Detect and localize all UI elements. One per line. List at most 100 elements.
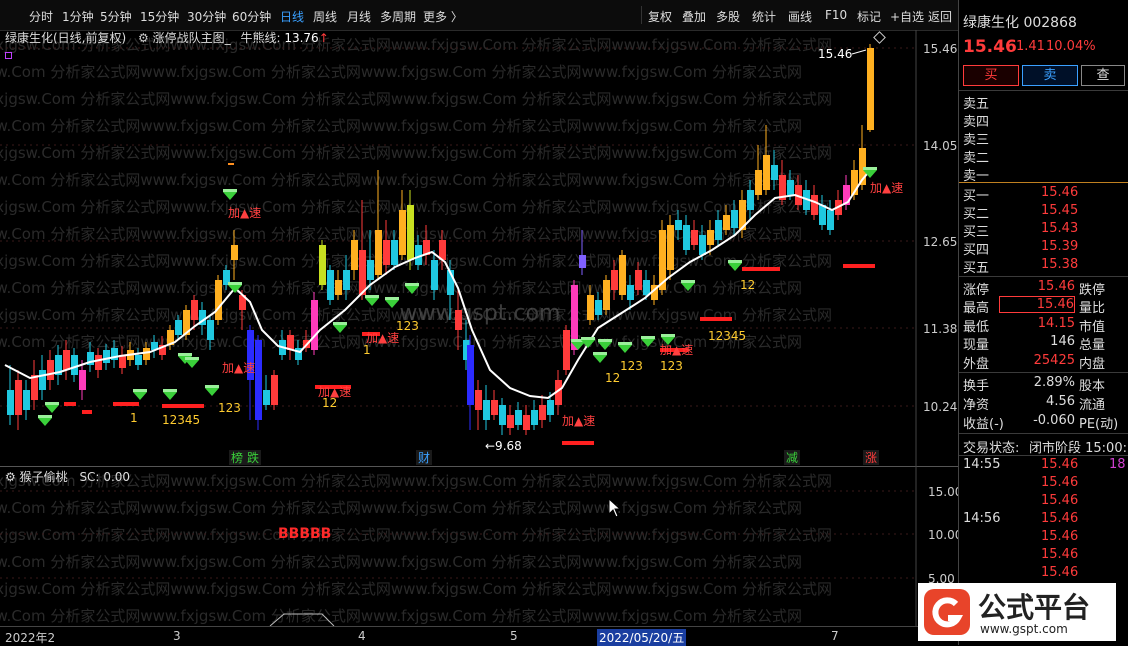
watermark-text: fxjgsw.Com 分析家公式网www.fxjgsw.Com 分析家公式网ww… [0,117,802,135]
candle-body [231,245,238,260]
price-axis-label: 10.24 [923,400,957,414]
candle-body [391,240,398,265]
candle-body [263,390,270,405]
period-tab-weekly[interactable]: 周线 [313,8,337,25]
green-signal-icon [333,322,347,325]
add-watchlist-button[interactable]: +自选 [890,8,924,25]
count-label: 1 [130,411,138,425]
adjust-button[interactable]: 复权 [648,8,672,25]
indicator-name[interactable]: 涨停战队主图_ [153,31,231,45]
candle-body [135,355,142,365]
sub-settings-icon[interactable]: ⚙ [5,470,16,484]
overlay-button[interactable]: 叠加 [682,8,706,25]
candle-body [319,245,326,285]
stock-label: 绿康生化(日线,前复权) [5,31,127,45]
divider [959,372,1128,373]
stat-label-right: 跌停 [1079,283,1106,298]
stat-label-right: PE(动) [1079,417,1119,432]
stat-value: 2.89% [1033,375,1075,390]
period-tab-30min[interactable]: 30分钟 [187,8,226,25]
back-button[interactable]: 返回 [928,8,952,25]
watermark-text: fxjgsw.Com 分析家公式网www.fxjgsw.Com 分析家公式网ww… [0,144,832,162]
red-level-bar [162,404,204,408]
divider [959,433,1128,434]
green-signal-icon [205,388,219,396]
period-tab-60min[interactable]: 60分钟 [232,8,271,25]
period-tab-5min[interactable]: 5分钟 [100,8,132,25]
main-kline-chart[interactable]: fxjgsw.Com 分析家公式网www.fxjgsw.Com 分析家公式网ww… [0,30,958,466]
period-tab-more[interactable]: 更多 〉 [423,8,463,25]
stat-label: 现量 [963,338,990,353]
event-tag: 跌 [247,450,259,465]
speed-label: 加▲速 [660,343,693,357]
indicator-icon[interactable]: ⚙ [138,31,149,45]
sub-indicator-name[interactable]: 猴子偷桃 [20,470,68,484]
period-tab-1min[interactable]: 1分钟 [62,8,94,25]
green-signal-icon [593,355,607,363]
green-signal-icon [385,297,399,300]
stat-label-right: 流通 [1079,398,1106,413]
watermark-text: fxjgsw.Com 分析家公式网www.fxjgsw.Com 分析家公式网ww… [0,607,802,625]
gspt-logo: 公式平台 www.gspt.com [918,583,1116,641]
buy-button[interactable]: 买 [963,65,1019,86]
count-label: 123 [396,319,419,333]
period-tab-multi[interactable]: 多周期 [380,8,416,25]
candle-body [523,415,530,430]
green-signal-icon [661,334,675,337]
sub-indicator-chart[interactable]: fxjgsw.Com 分析家公式网www.fxjgsw.Com 分析家公式网ww… [0,466,958,626]
divider [959,455,1128,456]
time-axis: 2022年2 3 4 5 2022/05/20/五 7 [0,626,958,646]
period-tab-15min[interactable]: 15分钟 [140,8,179,25]
candle-body [819,205,826,225]
sell-button[interactable]: 卖 [1022,65,1078,86]
green-signal-icon [593,352,607,355]
ask-row: 卖一 [963,165,1127,184]
small-mark [228,163,234,165]
draw-line-button[interactable]: 画线 [788,8,812,25]
watermark-text: fxjgsw.Com 分析家公式网www.fxjgsw.Com 分析家公式网ww… [0,198,832,216]
candle-body [343,270,350,290]
candle-body [643,280,650,295]
watermark-layer: fxjgsw.Com 分析家公式网www.fxjgsw.Com 分析家公式网ww… [0,472,832,625]
center-watermark: www.gspt.com [400,301,561,326]
stat-label: 涨停 [963,283,990,298]
stat-value: 15.46 [999,296,1075,313]
chart-header: 绿康生化(日线,前复权) ⚙ 涨停战队主图_ 牛熊线: 13.76↑ [5,29,329,46]
period-tab-daily[interactable]: 日线 [280,8,304,25]
red-level-bar [700,317,732,321]
candle-body [507,415,514,428]
candle-body [611,270,618,290]
statistics-button[interactable]: 统计 [752,8,776,25]
period-tab-fenshi[interactable]: 分时 [29,8,53,25]
marker-square-icon [5,52,12,59]
count-label: 12 [605,371,620,385]
f10-button[interactable]: F10 [825,8,847,22]
candle-body [627,285,634,300]
red-level-bar [742,267,780,271]
query-button[interactable]: 查 [1081,65,1125,86]
stat-value: 146 [1050,334,1075,349]
stat-value: 25425 [1033,353,1075,368]
sub-axis-label: 10.00 [928,528,958,542]
count-label: 1 [363,343,371,357]
speed-label: 加▲速 [228,206,261,220]
event-tag: 榜 [231,450,243,465]
stat-label-right: 市值 [1079,320,1106,335]
bid-label: 买三 [963,225,990,240]
green-signal-icon [45,405,59,413]
candle-body [407,205,414,260]
green-signal-icon [598,339,612,342]
green-signal-icon [38,415,52,418]
buy-signal-text: BBBBB [278,526,331,542]
period-tab-monthly[interactable]: 月线 [347,8,371,25]
multi-stock-button[interactable]: 多股 [716,8,740,25]
candle-body [15,380,22,415]
mark-button[interactable]: 标记 [857,8,881,25]
divider [959,276,1128,277]
stat-label-right: 量比 [1079,301,1106,316]
ask-row: 卖三 [963,129,1127,148]
tick-price: 15.46 [1041,457,1079,472]
bid-row: 买五 15.38 [963,257,1127,276]
high-price-label: 15.46 [818,47,852,61]
candle-body [467,345,474,405]
